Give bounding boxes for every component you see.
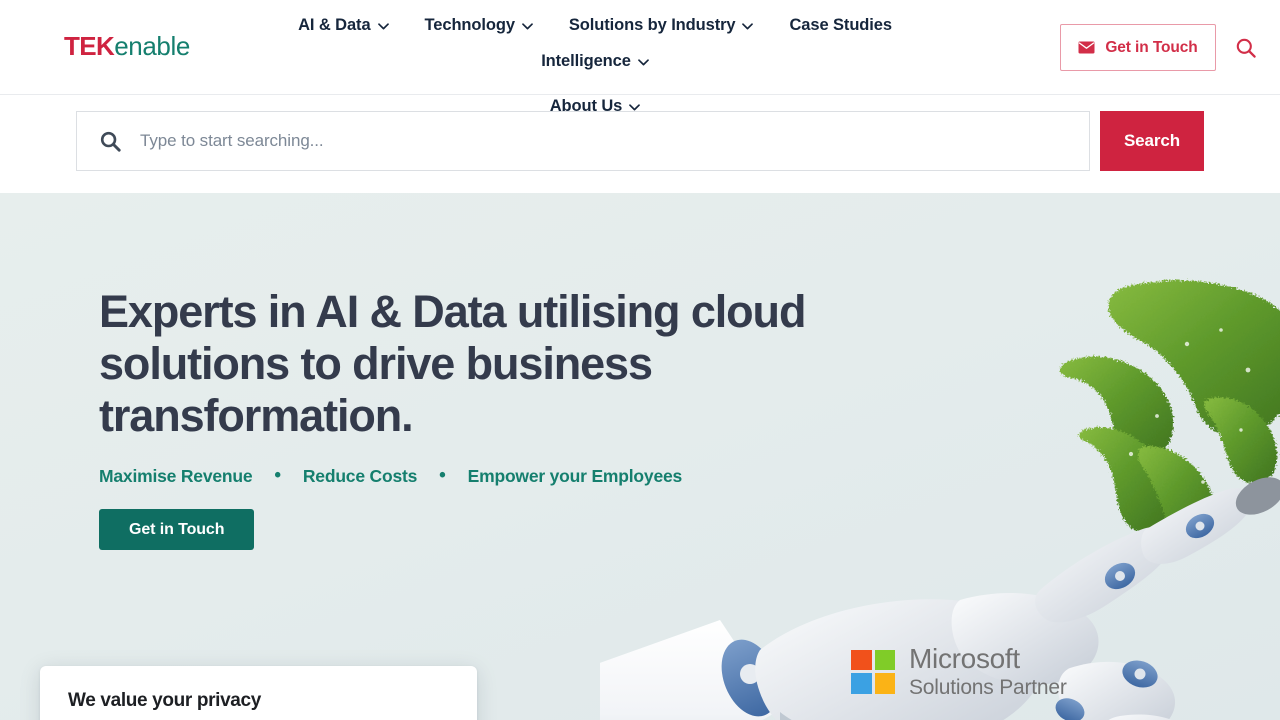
microsoft-badge-text: Microsoft Solutions Partner bbox=[909, 643, 1067, 699]
nav-item-label: Solutions by Industry bbox=[568, 16, 736, 34]
microsoft-wordmark: Microsoft bbox=[909, 643, 1020, 674]
chevron-down-icon bbox=[742, 23, 754, 30]
logo-text-primary: TEK bbox=[64, 31, 115, 61]
nav-item-label: AI & Data bbox=[298, 16, 371, 34]
nav-item-label: Technology bbox=[424, 16, 515, 34]
chevron-down-icon bbox=[637, 59, 649, 66]
hero-get-in-touch-button[interactable]: Get in Touch bbox=[99, 509, 255, 550]
microsoft-tile-red bbox=[851, 649, 872, 670]
get-in-touch-button[interactable]: Get in Touch bbox=[1060, 24, 1216, 71]
cookie-banner-title: We value your privacy bbox=[68, 690, 261, 711]
hero-benefit-item: Empower your Employees bbox=[417, 466, 683, 487]
nav-item-technology[interactable]: Technology bbox=[407, 12, 551, 39]
get-in-touch-label: Get in Touch bbox=[1105, 38, 1198, 56]
hero-benefit-item: Maximise Revenue bbox=[99, 466, 253, 487]
search-icon[interactable] bbox=[1234, 36, 1258, 60]
hero-benefit-list: Maximise Revenue Reduce Costs Empower yo… bbox=[99, 466, 919, 487]
page-root: TEKenable AI & Data Technology Solutions… bbox=[0, 0, 1280, 720]
microsoft-tile-green bbox=[874, 649, 895, 670]
site-logo[interactable]: TEKenable bbox=[64, 33, 190, 59]
microsoft-tile-blue bbox=[851, 673, 872, 694]
hero-title: Experts in AI & Data utilising cloud sol… bbox=[99, 286, 806, 441]
search-submit-button[interactable]: Search bbox=[1100, 111, 1204, 171]
nav-item-intelligence[interactable]: Intelligence bbox=[523, 48, 667, 75]
hero-section: Experts in AI & Data utilising cloud sol… bbox=[0, 193, 1280, 720]
nav-item-label: About Us bbox=[549, 97, 623, 115]
main-navigation: AI & Data Technology Solutions by Indust… bbox=[215, 12, 975, 120]
nav-item-solutions-by-industry[interactable]: Solutions by Industry bbox=[551, 12, 772, 39]
site-header: TEKenable AI & Data Technology Solutions… bbox=[0, 0, 1280, 115]
microsoft-logo-icon bbox=[851, 649, 895, 694]
hero-content: Experts in AI & Data utilising cloud sol… bbox=[99, 193, 919, 550]
search-field-wrapper[interactable] bbox=[76, 111, 1090, 171]
chevron-down-icon bbox=[522, 23, 533, 30]
envelope-icon bbox=[1078, 41, 1095, 54]
search-input[interactable] bbox=[140, 131, 1089, 151]
chevron-down-icon bbox=[629, 104, 641, 111]
nav-item-label: Case Studies bbox=[789, 16, 892, 34]
hero-benefit-label: Maximise Revenue bbox=[99, 466, 253, 486]
nav-item-about-us[interactable]: About Us bbox=[532, 93, 659, 120]
hero-benefit-label: Empower your Employees bbox=[467, 466, 683, 486]
hero-benefit-label: Reduce Costs bbox=[302, 466, 418, 486]
cookie-consent-banner: We value your privacy We use cookies to … bbox=[40, 666, 477, 720]
microsoft-partner-tier: Solutions Partner bbox=[909, 676, 1067, 699]
nav-item-ai-and-data[interactable]: AI & Data bbox=[280, 12, 406, 39]
logo-text-secondary: enable bbox=[114, 31, 190, 61]
search-icon bbox=[99, 130, 122, 153]
hero-benefit-item: Reduce Costs bbox=[252, 466, 418, 487]
microsoft-solutions-partner-badge: Microsoft Solutions Partner bbox=[851, 645, 1067, 698]
nav-item-label: Intelligence bbox=[541, 52, 631, 70]
nav-item-case-studies[interactable]: Case Studies bbox=[771, 12, 909, 39]
chevron-down-icon bbox=[377, 23, 389, 30]
microsoft-tile-yellow bbox=[874, 673, 895, 694]
